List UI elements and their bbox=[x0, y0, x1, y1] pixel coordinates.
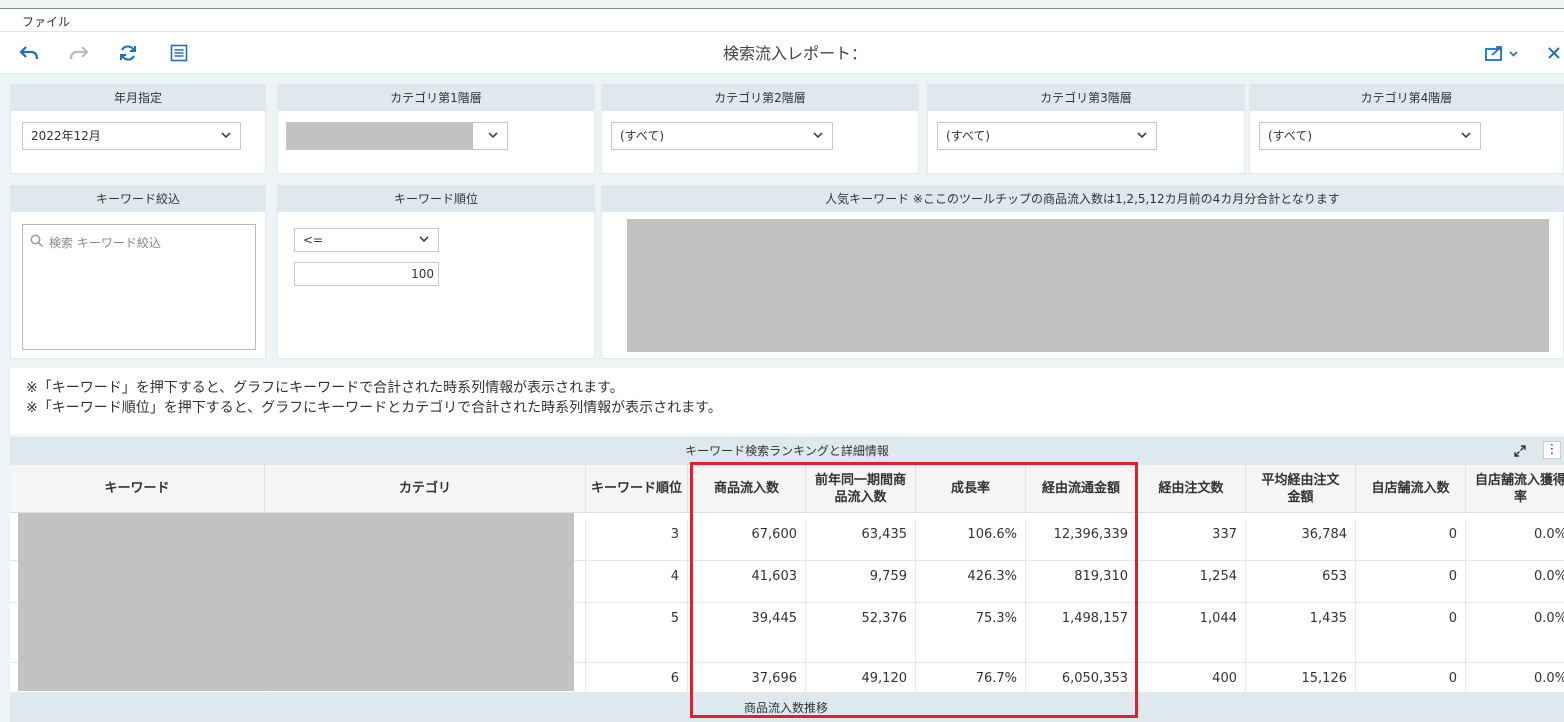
table-cell: 1,044 bbox=[1137, 603, 1246, 663]
table-cell: 653 bbox=[1246, 561, 1356, 603]
select-value: (すべて) bbox=[620, 129, 665, 143]
rank-value-input[interactable]: 100 bbox=[294, 262, 439, 286]
table-cell[interactable]: 3 bbox=[586, 519, 688, 561]
filter-category-4: カテゴリ第4階層 (すべて) bbox=[1249, 84, 1564, 174]
col-header-avg-order-value[interactable]: 平均経由注文金額 bbox=[1246, 465, 1356, 513]
filter-year-month: 年月指定 2022年12月 bbox=[10, 84, 266, 174]
category-1-select[interactable] bbox=[286, 122, 508, 150]
category-2-select[interactable]: (すべて) bbox=[611, 122, 833, 150]
note-1: ※「キーワード」を押下すると、グラフにキーワードで合計された時系列情報が表示され… bbox=[26, 380, 624, 396]
table-cell: 400 bbox=[1137, 663, 1246, 693]
highlight-box bbox=[690, 462, 1138, 718]
col-header-orders[interactable]: 経由注文数 bbox=[1137, 465, 1246, 513]
col-header-own-store-inflow[interactable]: 自店舗流入数 bbox=[1356, 465, 1466, 513]
keyword-rank-panel: キーワード順位 <= 100 bbox=[277, 185, 595, 359]
table-cell: 337 bbox=[1137, 519, 1246, 561]
filter-label: キーワード順位 bbox=[278, 186, 594, 212]
share-icon[interactable] bbox=[1484, 42, 1520, 64]
expand-icon[interactable] bbox=[1513, 443, 1527, 462]
category-3-select[interactable]: (すべて) bbox=[937, 122, 1157, 150]
year-month-select[interactable]: 2022年12月 bbox=[22, 122, 241, 150]
table-cell[interactable]: 6 bbox=[586, 663, 688, 693]
toolbar: 検索流入レポート： bbox=[0, 32, 1564, 74]
table-cell: 0 bbox=[1356, 663, 1466, 693]
filter-label: カテゴリ第3階層 bbox=[928, 85, 1244, 111]
col-header-category[interactable]: カテゴリ bbox=[265, 465, 586, 513]
table-cell: 0.0% bbox=[1466, 603, 1564, 663]
search-placeholder: 検索 キーワード絞込 bbox=[49, 236, 161, 250]
col-header-keyword-rank[interactable]: キーワード順位 bbox=[586, 465, 688, 513]
select-value: (すべて) bbox=[1268, 129, 1313, 143]
table-cell: 0.0% bbox=[1466, 561, 1564, 603]
keyword-search-input[interactable]: 検索 キーワード絞込 bbox=[22, 224, 256, 350]
filter-label: カテゴリ第4階層 bbox=[1250, 85, 1563, 111]
rank-operator-select[interactable]: <= bbox=[294, 228, 439, 252]
popular-keywords-panel: 人気キーワード ※ここのツールチップの商品流入数は1,2,5,12カ月前の4カ月… bbox=[601, 185, 1564, 359]
table-cell: 0 bbox=[1356, 603, 1466, 663]
filter-label: 年月指定 bbox=[11, 85, 265, 111]
more-options-icon[interactable]: ⋮ bbox=[1543, 441, 1561, 459]
table-cell: 36,784 bbox=[1246, 519, 1356, 561]
table-cell: 0.0% bbox=[1466, 663, 1564, 693]
category-4-select[interactable]: (すべて) bbox=[1259, 122, 1481, 150]
chevron-down-icon bbox=[1136, 123, 1148, 158]
table-cell: 0 bbox=[1356, 561, 1466, 603]
table-cell: 15,126 bbox=[1246, 663, 1356, 693]
chevron-down-icon bbox=[1460, 123, 1472, 158]
table-title: キーワード検索ランキングと詳細情報 bbox=[10, 437, 1564, 465]
close-icon[interactable] bbox=[1544, 42, 1564, 64]
select-value: (すべて) bbox=[946, 129, 991, 143]
select-value: 2022年12月 bbox=[31, 129, 101, 143]
col-header-own-store-rate[interactable]: 自店舗流入獲得率 bbox=[1466, 465, 1564, 513]
table-cell: 0 bbox=[1356, 519, 1466, 561]
keyword-filter-panel: キーワード絞込 検索 キーワード絞込 bbox=[10, 185, 266, 359]
note-2: ※「キーワード順位」を押下すると、グラフにキーワードとカテゴリで合計された時系列… bbox=[26, 400, 722, 416]
redacted-value bbox=[287, 123, 473, 149]
col-header-keyword[interactable]: キーワード bbox=[10, 465, 265, 513]
table-cell: 1,435 bbox=[1246, 603, 1356, 663]
filter-category-2: カテゴリ第2階層 (すべて) bbox=[601, 84, 919, 174]
chevron-down-icon bbox=[812, 123, 824, 158]
notes: ※「キーワード」を押下すると、グラフにキーワードで合計された時系列情報が表示され… bbox=[10, 368, 1564, 434]
filter-label: 人気キーワード ※ここのツールチップの商品流入数は1,2,5,12カ月前の4カ月… bbox=[602, 186, 1563, 212]
table-cell: 0.0% bbox=[1466, 519, 1564, 561]
table-cell[interactable]: 5 bbox=[586, 603, 688, 663]
redacted-wordcloud bbox=[627, 219, 1549, 352]
chevron-down-icon bbox=[220, 123, 232, 158]
redacted-keyword-category bbox=[18, 513, 574, 691]
select-value: <= bbox=[303, 233, 324, 247]
filter-category-3: カテゴリ第3階層 (すべて) bbox=[927, 84, 1245, 174]
filter-label: キーワード絞込 bbox=[11, 186, 265, 212]
filter-label: カテゴリ第2階層 bbox=[602, 85, 918, 111]
table-cell: 1,254 bbox=[1137, 561, 1246, 603]
page-title: 検索流入レポート： bbox=[722, 44, 867, 63]
menu-file[interactable]: ファイル bbox=[22, 13, 70, 30]
menu-bar: ファイル bbox=[0, 8, 1564, 32]
table-cell[interactable]: 4 bbox=[586, 561, 688, 603]
top-warning-banner bbox=[0, 0, 1564, 6]
filter-category-1: カテゴリ第1階層 bbox=[277, 84, 595, 174]
search-icon bbox=[30, 233, 44, 252]
filter-label: カテゴリ第1階層 bbox=[278, 85, 594, 111]
chevron-down-icon bbox=[418, 229, 430, 258]
chevron-down-icon bbox=[487, 123, 499, 158]
